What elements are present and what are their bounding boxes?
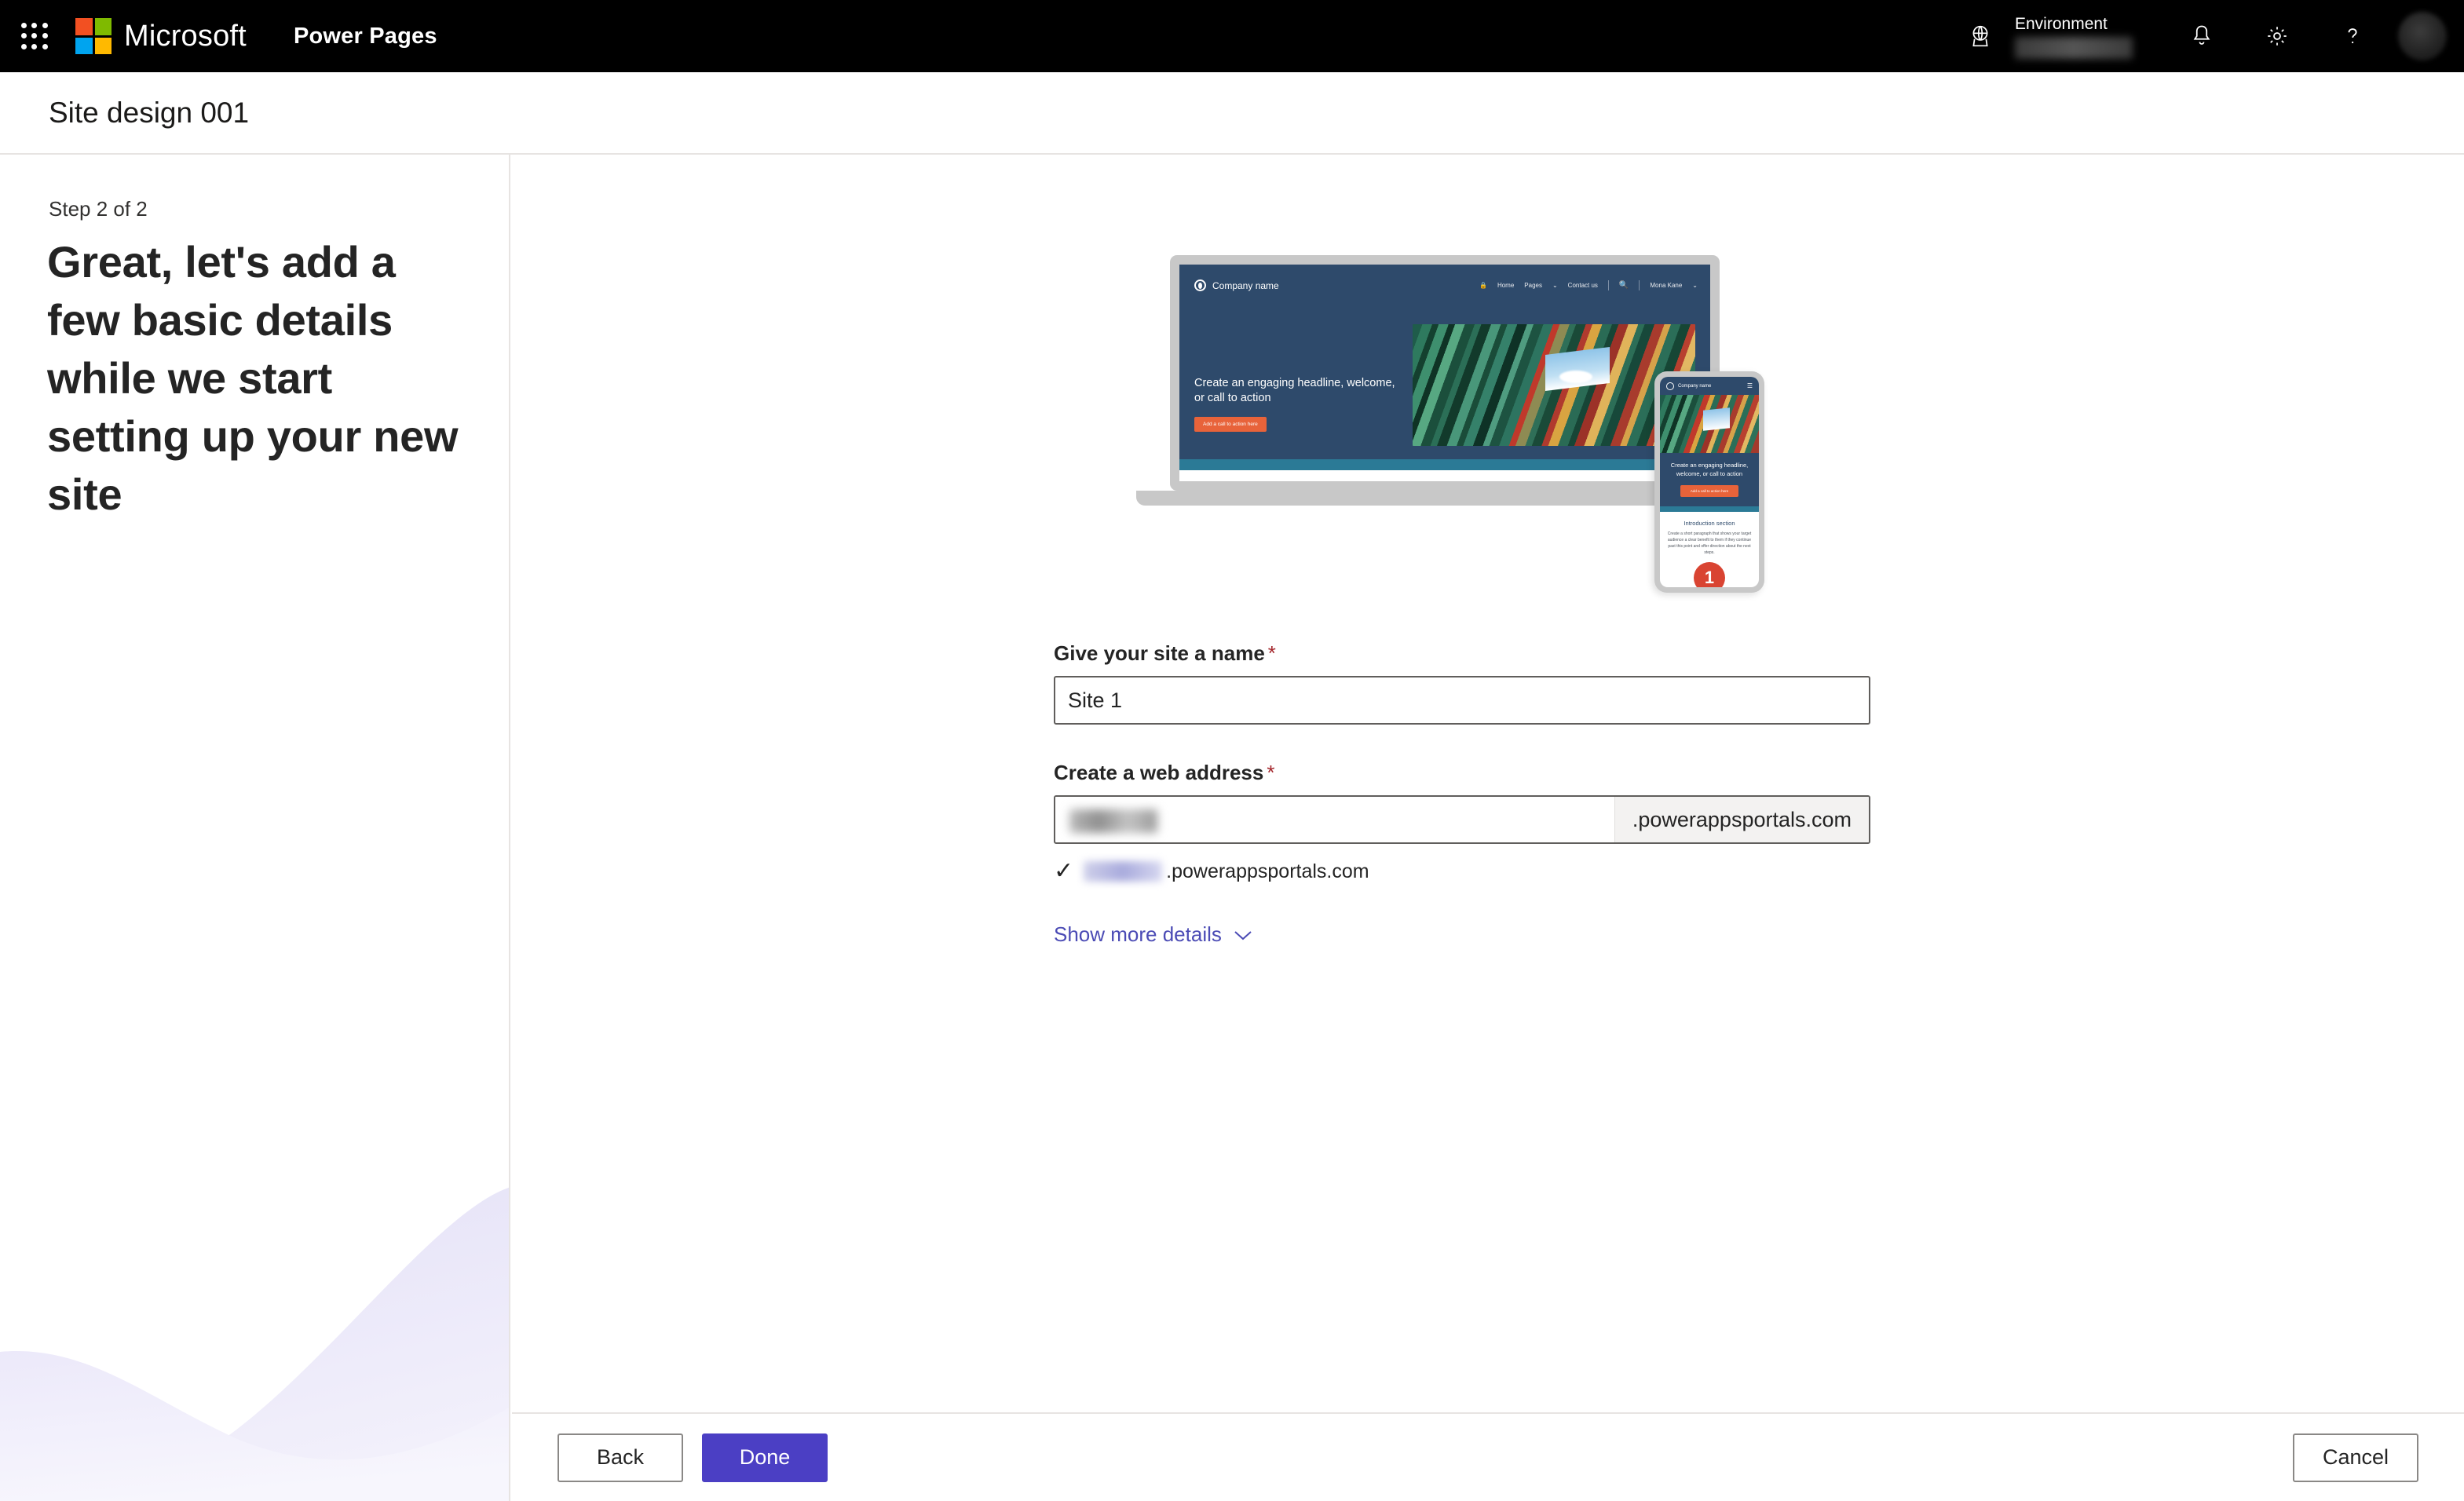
step-indicator: Step 2 of 2	[49, 197, 148, 221]
web-address-row: .powerappsportals.com	[1054, 795, 1870, 844]
phone-mockup: Company name ☰ Create an engaging headli…	[1654, 371, 1764, 593]
mockup-hero: Create an engaging headline, welcome, or…	[1179, 324, 1710, 459]
phone-intro-title: Introduction section	[1683, 520, 1735, 527]
phone-accent-band	[1660, 506, 1759, 512]
laptop-mockup: Company name 🔒 Home Pages ⌄ Contact us 🔍…	[1170, 255, 1720, 491]
mockup-nav-contact: Contact us	[1567, 282, 1598, 289]
cloud-shape	[1559, 370, 1593, 383]
help-icon[interactable]	[2315, 0, 2390, 72]
validation-value-redacted	[1084, 861, 1163, 882]
phone-nav: Company name ☰	[1660, 377, 1759, 395]
web-address-label: Create a web address *	[1054, 761, 1874, 785]
app-name-label[interactable]: Power Pages	[294, 24, 437, 49]
environment-label: Environment	[2015, 14, 2108, 33]
app-bar-right-group: Environment	[1958, 0, 2464, 72]
lock-icon: 🔒	[1479, 282, 1487, 289]
mockup-nav-pages: Pages	[1524, 282, 1542, 289]
back-button[interactable]: Back	[558, 1433, 683, 1482]
site-name-label: Give your site a name *	[1054, 641, 1874, 666]
phone-hero-image	[1660, 395, 1759, 453]
phone-hero-cta: Add a call to action here	[1680, 485, 1739, 497]
cancel-button[interactable]: Cancel	[2293, 1433, 2418, 1482]
search-icon: 🔍	[1618, 281, 1629, 290]
checkmark-icon: ✓	[1054, 858, 1074, 884]
phone-screen: Company name ☰ Create an engaging headli…	[1660, 377, 1759, 587]
bell-icon[interactable]	[2164, 0, 2239, 72]
wizard-content-pane: Company name 🔒 Home Pages ⌄ Contact us 🔍…	[512, 155, 2464, 1412]
mockup-brand: Company name	[1194, 279, 1279, 291]
phone-hero: Create an engaging headline, welcome, or…	[1660, 453, 1759, 506]
nav-divider	[1639, 280, 1640, 290]
page-title: Site design 001	[49, 96, 250, 129]
show-more-details-label: Show more details	[1054, 922, 1222, 946]
phone-intro-body: Create a short paragraph that shows your…	[1667, 531, 1752, 555]
phone-logo-icon	[1666, 382, 1674, 390]
required-asterisk: *	[1267, 641, 1276, 665]
show-more-details-link[interactable]: Show more details	[1054, 922, 1253, 947]
nav-divider	[1607, 280, 1609, 290]
decorative-waves	[0, 1187, 509, 1501]
web-address-value-redacted	[1069, 809, 1157, 833]
microsoft-wordmark: Microsoft	[124, 19, 247, 53]
avatar[interactable]	[2398, 12, 2447, 60]
mockup-hero-cta: Add a call to action here	[1194, 417, 1267, 432]
wizard-left-pane: Step 2 of 2 Great, let's add a few basic…	[0, 155, 510, 1501]
app-bar: Microsoft Power Pages Environment	[0, 0, 2464, 72]
mockup-nav-user: Mona Kane	[1650, 282, 1683, 289]
mockup-accent-band	[1179, 459, 1710, 470]
done-button[interactable]: Done	[702, 1433, 828, 1482]
app-launcher-icon[interactable]	[20, 22, 49, 50]
microsoft-logo-icon	[75, 18, 112, 54]
laptop-screen: Company name 🔒 Home Pages ⌄ Contact us 🔍…	[1179, 265, 1710, 481]
phone-step-circle-1: 1	[1694, 562, 1725, 587]
phone-hero-title: Create an engaging headline, welcome, or…	[1670, 462, 1749, 477]
mockup-hero-title: Create an engaging headline, welcome, or…	[1194, 377, 1395, 404]
validation-text: .powerappsportals.com	[1166, 860, 1369, 882]
gear-icon[interactable]	[2239, 0, 2315, 72]
site-name-input[interactable]	[1054, 676, 1870, 725]
phone-intro-section: Introduction section Create a short para…	[1660, 512, 1759, 587]
chevron-down-icon	[1234, 930, 1252, 940]
globe-icon[interactable]	[1958, 24, 2002, 49]
web-address-input-wrap[interactable]	[1055, 797, 1614, 842]
sky-patch	[1545, 347, 1610, 392]
mockup-logo-icon	[1194, 279, 1206, 291]
page-title-bar: Site design 001	[0, 72, 2464, 155]
environment-selector[interactable]: Environment	[2015, 9, 2133, 63]
web-address-suffix: .powerappsportals.com	[1614, 797, 1869, 842]
required-asterisk: *	[1267, 761, 1275, 784]
chevron-down-icon: ⌄	[1692, 282, 1698, 289]
site-preview-illustration: Company name 🔒 Home Pages ⌄ Contact us 🔍…	[1136, 255, 1764, 593]
sky-patch	[1703, 407, 1731, 431]
web-address-validation: ✓ .powerappsportals.com	[1054, 860, 1874, 883]
mockup-brand-label: Company name	[1212, 279, 1279, 291]
wizard-footer: Back Done Cancel	[512, 1412, 2464, 1501]
chevron-down-icon: ⌄	[1552, 282, 1558, 289]
web-address-label-text: Create a web address	[1054, 761, 1264, 784]
site-details-form: Give your site a name* Create a web addr…	[1054, 641, 1874, 947]
mockup-nav-home: Home	[1497, 282, 1515, 289]
mockup-hero-image	[1413, 324, 1695, 446]
wizard-heading: Great, let's add a few basic details whi…	[47, 237, 459, 519]
environment-value-redacted	[2015, 36, 2133, 59]
mockup-intro-section: Introduction section Create a short para…	[1179, 470, 1710, 481]
site-name-label-text: Give your site a name	[1054, 641, 1265, 665]
hamburger-icon: ☰	[1746, 382, 1753, 389]
mockup-nav-links: 🔒 Home Pages ⌄ Contact us 🔍 Mona Kane ⌄	[1479, 280, 1698, 290]
phone-brand-label: Company name	[1678, 383, 1712, 389]
